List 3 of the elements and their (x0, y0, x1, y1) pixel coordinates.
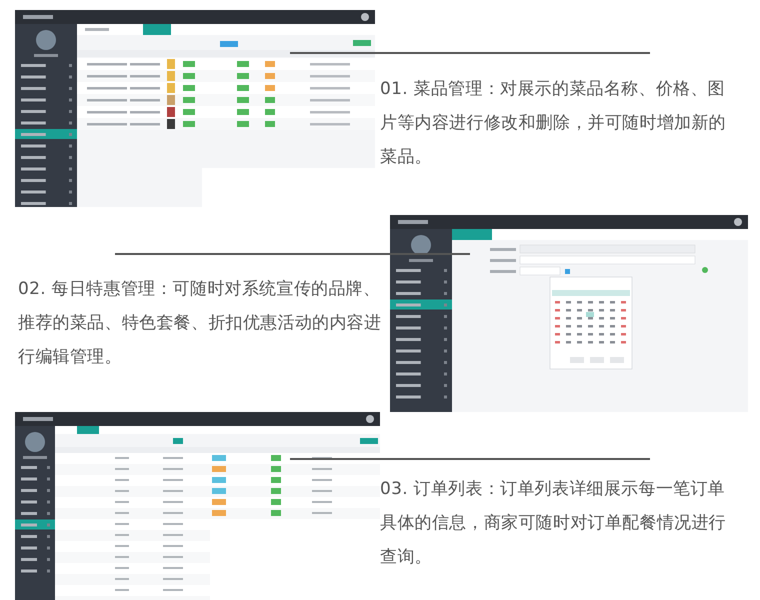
feature-description: 02. 每日特惠管理：可随时对系统宣传的品牌、推荐的菜品、特色套餐、折扣优惠活动的内容进行编辑管理。 (18, 278, 382, 369)
feature-description: 01. 菜品管理：对展示的菜品名称、价格、图片等内容进行修改和删除，并可随时增加新的菜品。 (380, 78, 727, 169)
feature-description: 03. 订单列表：订单列表详细展示每一笔订单具体的信息，商家可随时对订单配餐情况进行查询。 (380, 478, 727, 569)
